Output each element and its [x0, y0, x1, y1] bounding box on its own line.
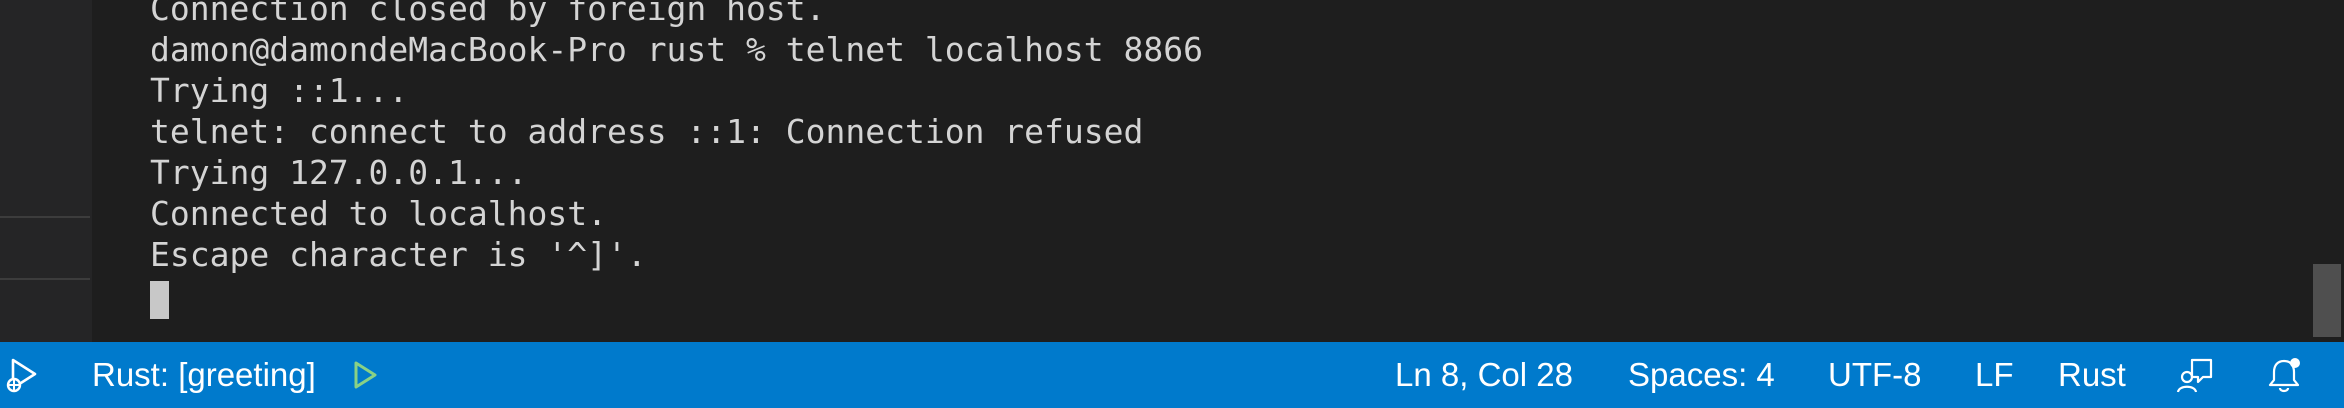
- status-bar: Rust: [greeting] Ln 8, Col 28 Spaces: 4 …: [0, 342, 2344, 408]
- terminal-line: Connection closed by foreign host.: [150, 0, 826, 28]
- debug-run-icon[interactable]: [4, 355, 44, 395]
- line-ending-setting[interactable]: LF: [1975, 342, 2014, 408]
- gutter-divider: [0, 216, 90, 218]
- terminal-line: Trying 127.0.0.1...: [150, 153, 528, 192]
- gutter-divider: [0, 278, 90, 280]
- cursor-position[interactable]: Ln 8, Col 28: [1395, 342, 1573, 408]
- bell-icon[interactable]: [2264, 355, 2304, 395]
- play-icon[interactable]: [344, 355, 384, 395]
- terminal-line: Escape character is '^]'.: [150, 235, 647, 274]
- terminal-prompt-line[interactable]: [150, 275, 1203, 319]
- indentation-setting[interactable]: Spaces: 4: [1628, 342, 1775, 408]
- terminal-line: Connected to localhost.: [150, 194, 607, 233]
- terminal-line: telnet: connect to address ::1: Connecti…: [150, 112, 1144, 151]
- terminal-scrollbar[interactable]: [2313, 0, 2344, 342]
- terminal-output: Connection closed by foreign host. damon…: [150, 0, 1203, 319]
- terminal-line: damon@damondeMacBook-Pro rust % telnet l…: [150, 30, 1203, 69]
- terminal-panel[interactable]: Connection closed by foreign host. damon…: [92, 0, 2312, 342]
- run-target-label[interactable]: Rust: [greeting]: [92, 342, 316, 408]
- terminal-line: Trying ::1...: [150, 71, 409, 110]
- side-panel-gutter: [0, 0, 92, 342]
- encoding-setting[interactable]: UTF-8: [1828, 342, 1922, 408]
- vscode-window: Connection closed by foreign host. damon…: [0, 0, 2344, 408]
- scrollbar-thumb[interactable]: [2313, 264, 2341, 337]
- feedback-icon[interactable]: [2176, 355, 2216, 395]
- language-mode[interactable]: Rust: [2058, 342, 2126, 408]
- terminal-cursor: [150, 280, 169, 319]
